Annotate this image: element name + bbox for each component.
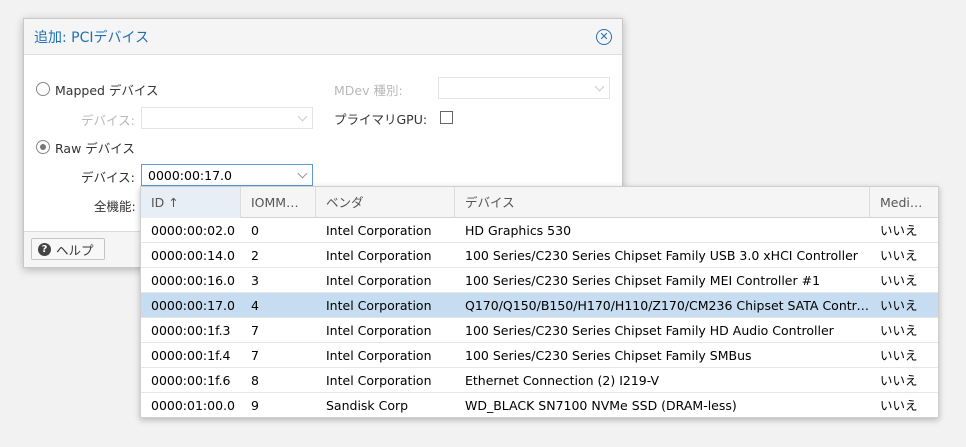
- mapped-device-field-label: デバイス:: [81, 113, 135, 128]
- mapped-device-radio[interactable]: [36, 82, 50, 96]
- table-row[interactable]: 0000:00:16.0 3 Intel Corporation 100 Ser…: [141, 268, 938, 293]
- table-row[interactable]: 0000:00:14.0 2 Intel Corporation 100 Ser…: [141, 243, 938, 268]
- cell-mediated: いいえ: [880, 323, 918, 338]
- primary-gpu-checkbox[interactable]: [440, 111, 453, 124]
- sort-ascending-icon: ↑: [168, 195, 179, 210]
- cell-device: WD_BLACK SN7100 NVMe SSD (DRAM-less): [465, 398, 737, 413]
- raw-device-value: 0000:00:17.0: [148, 168, 232, 183]
- cell-mediated: いいえ: [880, 248, 918, 263]
- help-button-label: ヘルプ: [56, 242, 94, 258]
- cell-mediated: いいえ: [880, 298, 918, 313]
- cell-mediated: いいえ: [880, 348, 918, 363]
- chevron-down-icon: [297, 168, 308, 179]
- cell-mediated: いいえ: [880, 373, 918, 388]
- dialog-header: 追加: PCIデバイス ✕: [24, 19, 622, 55]
- mapped-device-label: Mapped デバイス: [55, 83, 159, 98]
- raw-device-field-label: デバイス:: [81, 170, 135, 185]
- table-row[interactable]: 0000:00:02.0 0 Intel Corporation HD Grap…: [141, 218, 938, 243]
- cell-mediated: いいえ: [880, 223, 918, 238]
- cell-mediated: いいえ: [880, 398, 918, 413]
- cell-id: 0000:01:00.0: [151, 398, 235, 413]
- dialog-title: 追加: PCIデバイス: [34, 30, 150, 46]
- cell-iommu: 4: [251, 298, 259, 313]
- cell-iommu: 9: [251, 398, 259, 413]
- primary-gpu-label: プライマリGPU:: [334, 112, 428, 127]
- raw-device-label: Raw デバイス: [55, 141, 135, 156]
- cell-id: 0000:00:1f.4: [151, 348, 231, 363]
- cell-device: Q170/Q150/B150/H170/H110/Z170/CM236 Chip…: [465, 298, 870, 313]
- table-row-selected[interactable]: 0000:00:17.0 4 Intel Corporation Q170/Q1…: [141, 293, 938, 318]
- cell-vendor: Intel Corporation: [326, 273, 432, 288]
- column-header-vendor[interactable]: ベンダ: [316, 187, 455, 218]
- cell-device: 100 Series/C230 Series Chipset Family ME…: [465, 273, 821, 288]
- cell-iommu: 0: [251, 223, 259, 238]
- close-icon[interactable]: ✕: [596, 29, 612, 45]
- all-functions-label: 全機能:: [94, 199, 136, 214]
- cell-vendor: Intel Corporation: [326, 373, 432, 388]
- cell-vendor: Intel Corporation: [326, 348, 432, 363]
- table-row[interactable]: 0000:00:1f.4 7 Intel Corporation 100 Ser…: [141, 343, 938, 368]
- cell-id: 0000:00:1f.6: [151, 373, 231, 388]
- mdev-type-label: MDev 種別:: [334, 83, 403, 98]
- cell-device: 100 Series/C230 Series Chipset Family SM…: [465, 348, 752, 363]
- cell-vendor: Intel Corporation: [326, 323, 432, 338]
- cell-mediated: いいえ: [880, 273, 918, 288]
- cell-iommu: 8: [251, 373, 259, 388]
- cell-device: Ethernet Connection (2) I219-V: [465, 373, 660, 388]
- column-header-iommu[interactable]: IOMM…: [241, 187, 316, 218]
- cell-iommu: 7: [251, 323, 259, 338]
- pci-device-picker-grid: ID ↑ IOMM… ベンダ デバイス Medi… 0000:00:02.0 0 …: [140, 186, 939, 418]
- column-header-mediated[interactable]: Medi…: [870, 187, 938, 218]
- question-icon: ?: [38, 242, 51, 256]
- cell-id: 0000:00:02.0: [151, 223, 235, 238]
- cell-vendor: Intel Corporation: [326, 248, 432, 263]
- column-header-id[interactable]: ID ↑: [141, 187, 241, 218]
- cell-device: HD Graphics 530: [465, 223, 572, 238]
- cell-iommu: 7: [251, 348, 259, 363]
- column-header-device[interactable]: デバイス: [455, 187, 870, 218]
- cell-iommu: 3: [251, 273, 259, 288]
- chevron-down-icon: [594, 81, 605, 92]
- table-row[interactable]: 0000:00:1f.6 8 Intel Corporation Etherne…: [141, 368, 938, 393]
- cell-device: 100 Series/C230 Series Chipset Family US…: [465, 248, 858, 263]
- mapped-device-select[interactable]: [141, 107, 313, 129]
- cell-id: 0000:00:17.0: [151, 298, 235, 313]
- help-button[interactable]: ? ヘルプ: [31, 238, 105, 260]
- mdev-type-select[interactable]: [438, 77, 610, 99]
- cell-vendor: Intel Corporation: [326, 223, 432, 238]
- cell-vendor: Sandisk Corp: [326, 398, 409, 413]
- cell-device: 100 Series/C230 Series Chipset Family HD…: [465, 323, 834, 338]
- raw-device-radio[interactable]: [36, 140, 50, 154]
- table-row[interactable]: 0000:00:1f.3 7 Intel Corporation 100 Ser…: [141, 318, 938, 343]
- cell-id: 0000:00:16.0: [151, 273, 235, 288]
- cell-id: 0000:00:14.0: [151, 248, 235, 263]
- cell-vendor: Intel Corporation: [326, 298, 432, 313]
- chevron-down-icon: [297, 111, 308, 122]
- grid-header: ID ↑ IOMM… ベンダ デバイス Medi…: [141, 187, 938, 218]
- cell-iommu: 2: [251, 248, 259, 263]
- raw-device-select[interactable]: 0000:00:17.0: [141, 164, 313, 186]
- cell-id: 0000:00:1f.3: [151, 323, 231, 338]
- table-row[interactable]: 0000:01:00.0 9 Sandisk Corp WD_BLACK SN7…: [141, 393, 938, 418]
